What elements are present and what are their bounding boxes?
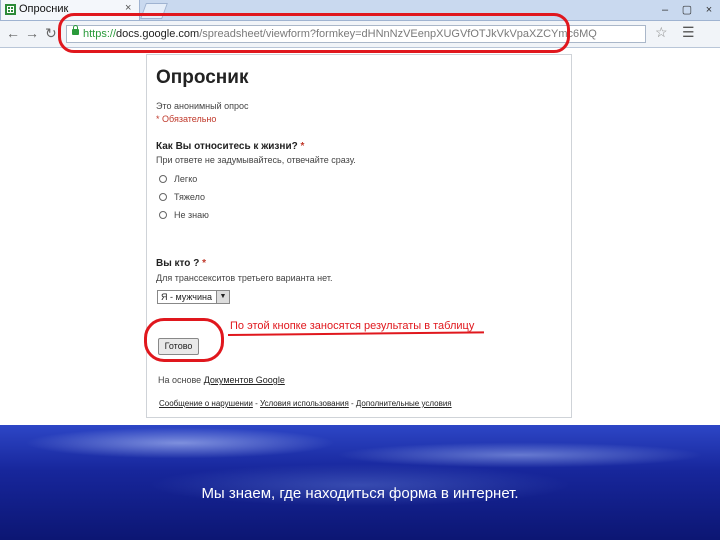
form-description: Это анонимный опрос — [156, 101, 249, 111]
question-2-text: Вы кто ? — [156, 258, 200, 269]
close-window-button[interactable]: × — [698, 0, 720, 20]
question-2-help: Для транссекситов третьего варианта нет. — [156, 273, 333, 283]
report-abuse-link[interactable]: Сообщение о нарушении — [159, 399, 253, 408]
additional-terms-link[interactable]: Дополнительные условия — [356, 399, 452, 408]
footer-separator: - — [348, 399, 356, 408]
chevron-down-icon[interactable]: ▼ — [216, 291, 229, 303]
tab-title: Опросник — [19, 3, 69, 15]
slide-background — [0, 425, 720, 540]
annotation-text: По этой кнопке заносятся результаты в та… — [230, 320, 475, 332]
bookmark-star-icon[interactable]: ☆ — [655, 24, 668, 41]
gender-select[interactable]: Я - мужчина ▼ — [157, 290, 230, 304]
window-controls: – ▢ × — [654, 0, 720, 20]
slide-caption: Мы знаем, где находиться форма в интерне… — [201, 485, 519, 502]
required-note: * Обязательно — [156, 114, 217, 124]
terms-link[interactable]: Условия использования — [260, 399, 349, 408]
maximize-button[interactable]: ▢ — [676, 0, 698, 20]
powered-by-prefix: На основе — [158, 375, 202, 385]
question-2-title: Вы кто ? * — [156, 258, 206, 269]
submit-highlight-annotation — [144, 318, 224, 362]
powered-by: На основе Документов Google — [158, 375, 285, 385]
required-mark: * — [202, 258, 206, 269]
question-1-text: Как Вы относитесь к жизни? — [156, 141, 298, 152]
question-1-title: Как Вы относитесь к жизни? * — [156, 141, 304, 152]
forward-arrow-icon[interactable]: → — [25, 25, 39, 41]
minimize-button[interactable]: – — [654, 0, 676, 20]
radio-option-2[interactable] — [159, 193, 167, 201]
question-1-help: При ответе не задумывайтесь, отвечайте с… — [156, 155, 356, 165]
reload-icon[interactable]: ↻ — [45, 25, 57, 42]
select-value: Я - мужчина — [161, 292, 212, 302]
url-highlight-annotation — [58, 13, 570, 53]
spreadsheet-favicon-icon — [5, 4, 16, 15]
menu-icon[interactable]: ☰ — [682, 24, 695, 41]
google-docs-link[interactable]: Документов Google — [204, 375, 285, 385]
footer-links: Сообщение о нарушении - Условия использо… — [159, 399, 452, 408]
radio-option-1[interactable] — [159, 175, 167, 183]
required-mark: * — [300, 141, 305, 152]
radio-option-3-label: Не знаю — [174, 210, 209, 220]
form-title: Опросник — [156, 67, 249, 88]
back-arrow-icon[interactable]: ← — [6, 25, 20, 41]
radio-option-2-label: Тяжело — [174, 192, 205, 202]
form-card: Опросник Это анонимный опрос * Обязатель… — [146, 54, 572, 418]
radio-option-3[interactable] — [159, 211, 167, 219]
footer-separator: - — [252, 399, 260, 408]
radio-option-1-label: Легко — [174, 174, 198, 184]
